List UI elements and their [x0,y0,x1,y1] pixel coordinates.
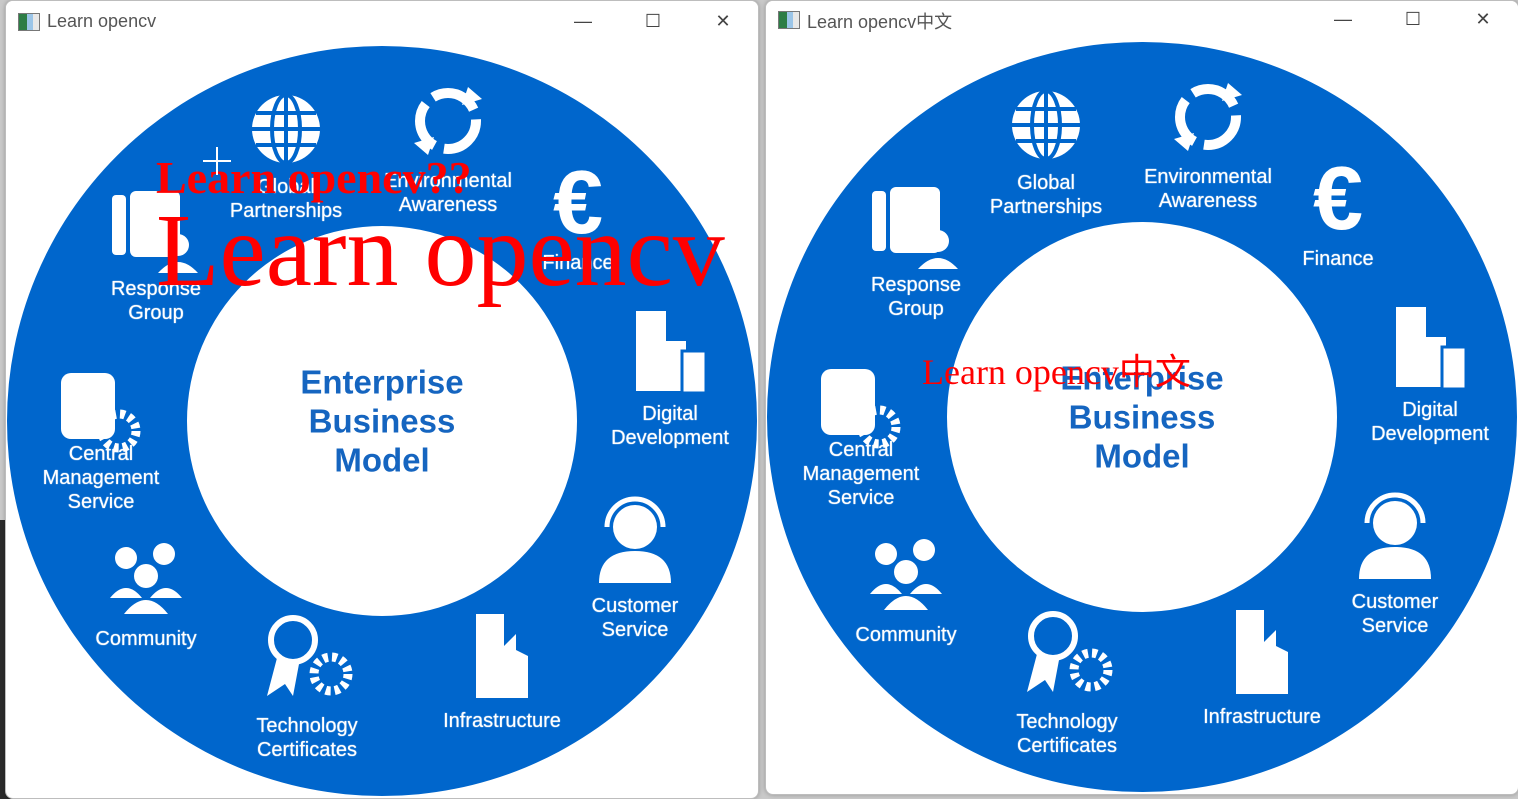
segment-label: Infrastructure [1203,706,1321,728]
segment-label: Technology Certificates [1016,711,1118,757]
title-bar[interactable]: Learn opencv中文 — ☐ ✕ [766,1,1518,41]
app-icon [18,13,40,31]
euro-icon: € [1313,149,1363,249]
overlay-text-large: Learn opencv [156,193,725,308]
segment-label: Digital Development [611,403,729,449]
image-canvas[interactable]: € Global Partnerships Environmental Awarenes… [766,39,1518,794]
close-button[interactable]: ✕ [1460,5,1506,33]
maximize-button[interactable]: ☐ [630,7,676,35]
segment-label: Digital Development [1371,399,1489,445]
segment-label: Global Partnerships [989,172,1103,218]
segment-label: Response Group [870,274,962,320]
overlay-text-chinese: Learn opencv中文 [922,352,1191,392]
maximize-button[interactable]: ☐ [1390,5,1436,33]
svg-text:€: € [1313,149,1363,249]
window-title: Learn opencv中文 [807,12,953,32]
app-icon [778,11,800,29]
center-title: Enterprise Business Model [300,363,464,479]
minimize-button[interactable]: — [560,7,606,35]
segment-label: Central Management Service [802,439,920,509]
window-learn-opencv-chinese: Learn opencv中文 — ☐ ✕ € Global Partnerships… [765,0,1518,795]
segment-label: Customer Service [591,595,679,641]
segment-label: Environmental Awareness [1144,166,1272,212]
crosshair-cursor [203,147,231,175]
segment-label: Community [855,624,957,646]
segment-label: Infrastructure [443,710,561,732]
window-learn-opencv: Learn opencv — ☐ ✕ € Global Partnerships En… [5,0,759,799]
segment-label: Community [95,628,197,650]
window-title: Learn opencv [47,11,157,31]
title-bar[interactable]: Learn opencv — ☐ ✕ [6,1,758,41]
segment-label: Technology Certificates [256,715,358,761]
segment-label: Customer Service [1351,591,1439,637]
segment-label: Finance [1302,248,1374,270]
segment-label: Central Management Service [42,443,160,513]
close-button[interactable]: ✕ [700,7,746,35]
minimize-button[interactable]: — [1320,5,1366,33]
globe-icon [1012,89,1080,161]
